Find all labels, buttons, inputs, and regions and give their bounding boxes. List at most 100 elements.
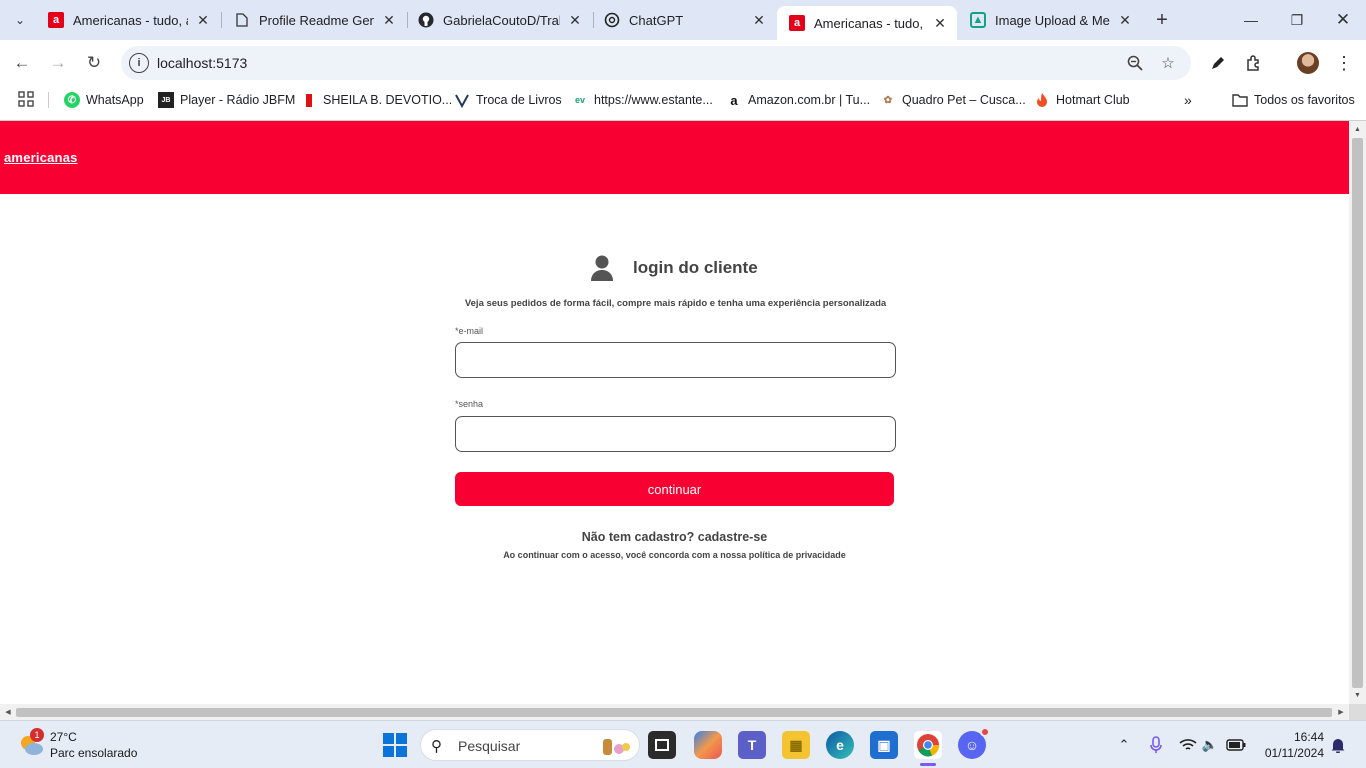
tab-americanas-active[interactable]: a Americanas - tudo, a um clique ✕ <box>777 6 957 40</box>
back-button[interactable]: ← <box>8 49 36 77</box>
tab-americanas-1[interactable]: a Americanas - tudo, a um clique ✕ <box>36 0 220 40</box>
email-field[interactable] <box>455 342 896 378</box>
discord-icon[interactable]: ☺ <box>958 727 990 759</box>
sheila-icon <box>301 92 317 108</box>
vertical-scrollbar[interactable]: ▲ ▼ <box>1349 121 1366 704</box>
americanas-icon: a <box>789 15 805 31</box>
estante-icon: ev <box>574 95 585 105</box>
pet-icon: ✿ <box>883 94 893 106</box>
apps-grid-icon <box>18 90 34 110</box>
minimize-button[interactable]: — <box>1228 0 1274 40</box>
login-header: login do cliente <box>590 253 758 283</box>
close-icon[interactable]: ✕ <box>931 14 949 32</box>
clock-time[interactable]: 16:44 <box>1280 730 1324 744</box>
arrow-right-icon: → <box>49 53 67 72</box>
weather-description[interactable]: Parc ensolarado <box>50 746 137 760</box>
notification-bell-icon[interactable] <box>1328 735 1348 755</box>
close-icon: ✕ <box>1335 10 1351 29</box>
new-tab-button[interactable]: + <box>1150 8 1174 32</box>
extensions-icon[interactable] <box>1242 51 1266 75</box>
microphone-icon[interactable] <box>1146 735 1166 755</box>
document-icon <box>234 12 250 28</box>
scroll-up-arrow-icon[interactable]: ▲ <box>1349 121 1366 138</box>
battery-icon[interactable] <box>1226 735 1246 755</box>
scroll-left-arrow-icon[interactable]: ◀ <box>0 704 16 720</box>
url-text[interactable]: localhost:5173 <box>157 55 247 71</box>
close-window-button[interactable]: ✕ <box>1320 0 1366 40</box>
tab-github[interactable]: GabrielaCoutoD/Trabalho ✕ <box>406 0 592 40</box>
horizontal-scrollbar[interactable]: ◀ ▶ <box>0 704 1349 720</box>
password-field[interactable] <box>455 416 896 452</box>
signup-link[interactable]: Não tem cadastro? cadastre-se <box>455 530 894 544</box>
edge-icon[interactable]: e <box>826 731 854 759</box>
close-icon[interactable]: ✕ <box>566 11 584 29</box>
restore-button[interactable]: ❐ <box>1274 0 1320 40</box>
notification-dot <box>980 727 990 737</box>
email-label: *e-mail <box>455 326 484 336</box>
zoom-icon[interactable] <box>1125 53 1145 73</box>
bookmark-quadro-pet[interactable]: ✿ Quadro Pet – Cusca... <box>880 90 1026 110</box>
close-icon[interactable]: ✕ <box>1116 11 1134 29</box>
vertical-scroll-thumb[interactable] <box>1352 138 1363 688</box>
show-hidden-icons-button[interactable]: ⌃ <box>1114 735 1134 755</box>
info-icon[interactable]: i <box>129 53 149 73</box>
task-view-icon[interactable] <box>648 731 676 759</box>
weather-badge: 1 <box>30 728 44 742</box>
book-exchange-icon <box>454 92 470 108</box>
star-icon[interactable]: ☆ <box>1158 53 1178 73</box>
profile-avatar[interactable] <box>1297 52 1319 74</box>
site-logo[interactable]: americanas <box>4 150 78 165</box>
forward-button[interactable]: → <box>44 49 72 77</box>
continue-button[interactable]: continuar <box>455 472 894 506</box>
pen-icon[interactable] <box>1206 51 1230 75</box>
bookmarks-bar: ✆ WhatsApp JB Player - Rádio JBFM SHEILA… <box>0 86 1366 114</box>
teams-icon[interactable]: T <box>738 731 766 759</box>
reload-button[interactable]: ↻ <box>80 49 108 77</box>
tab-search-button[interactable]: ⌄ <box>8 8 32 32</box>
bookmark-hotmart[interactable]: Hotmart Club <box>1034 90 1130 110</box>
close-icon[interactable]: ✕ <box>194 11 212 29</box>
tab-image-upload[interactable]: ▲ Image Upload & Merge ✕ <box>958 0 1142 40</box>
tab-profile-readme[interactable]: Profile Readme Generator ✕ <box>222 0 406 40</box>
bookmark-amazon[interactable]: a Amazon.com.br | Tu... <box>726 90 870 110</box>
file-explorer-icon[interactable]: ▦ <box>782 731 810 759</box>
apps-button[interactable] <box>18 90 34 110</box>
amazon-icon: a <box>730 92 738 108</box>
chatgpt-icon <box>604 12 620 28</box>
arrow-left-icon: ← <box>13 53 31 72</box>
volume-icon[interactable]: 🔈 <box>1200 735 1220 755</box>
bookmark-radio-jbfm[interactable]: JB Player - Rádio JBFM <box>158 90 295 110</box>
address-bar[interactable]: i localhost:5173 ☆ <box>121 46 1191 80</box>
privacy-notice: Ao continuar com o acesso, você concorda… <box>503 550 846 560</box>
scrollbar-corner <box>1349 704 1366 720</box>
wifi-icon[interactable] <box>1178 735 1198 755</box>
scroll-right-arrow-icon[interactable]: ▶ <box>1333 704 1349 720</box>
taskbar-search[interactable]: ⚲ Pesquisar <box>420 729 640 761</box>
chevron-double-right-icon: » <box>1184 92 1192 108</box>
more-bookmarks-button[interactable]: » <box>1184 90 1192 110</box>
image-upload-icon: ▲ <box>970 12 986 28</box>
bookmark-estante[interactable]: ev https://www.estante... <box>572 90 713 110</box>
tab-chatgpt[interactable]: ChatGPT ✕ <box>592 0 776 40</box>
restore-icon: ❐ <box>1290 11 1304 28</box>
whatsapp-icon: ✆ <box>64 92 80 108</box>
copilot-icon[interactable] <box>694 731 722 759</box>
menu-icon[interactable]: ⋮ <box>1332 51 1356 75</box>
clock-date[interactable]: 01/11/2024 <box>1256 746 1324 760</box>
start-button[interactable] <box>383 733 407 757</box>
weather-temperature[interactable]: 27°C <box>50 730 77 744</box>
bookmark-sheila[interactable]: SHEILA B. DEVOTIO... <box>301 90 452 110</box>
chrome-icon[interactable] <box>914 731 942 766</box>
hotmart-icon <box>1034 92 1050 108</box>
windows-logo-icon <box>383 733 394 744</box>
store-icon[interactable]: ▣ <box>870 731 898 759</box>
minimize-icon: — <box>1244 12 1258 28</box>
scroll-down-arrow-icon[interactable]: ▼ <box>1349 687 1366 704</box>
close-icon[interactable]: ✕ <box>380 11 398 29</box>
horizontal-scroll-thumb[interactable] <box>16 708 1332 717</box>
bookmark-whatsapp[interactable]: ✆ WhatsApp <box>64 90 144 110</box>
all-bookmarks-folder[interactable]: Todos os favoritos <box>1232 90 1355 110</box>
close-icon[interactable]: ✕ <box>750 11 768 29</box>
bookmark-troca-livros[interactable]: Troca de Livros <box>454 90 562 110</box>
browser-toolbar: ← → ↻ i localhost:5173 ☆ ⋮ <box>0 40 1366 86</box>
